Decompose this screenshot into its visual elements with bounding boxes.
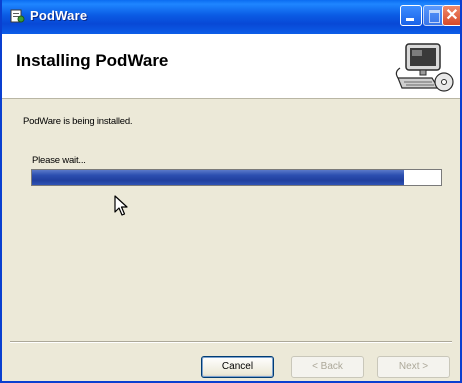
close-icon[interactable]: ✕ <box>442 5 460 26</box>
close-glyph: ✕ <box>445 7 459 24</box>
window-title: PodWare <box>30 8 88 23</box>
minimize-icon[interactable] <box>400 5 422 26</box>
page-title: Installing PodWare <box>16 51 169 70</box>
title-bar[interactable]: PodWare ✕ <box>2 0 460 35</box>
mouse-cursor-icon <box>114 195 128 216</box>
computer-install-illustration <box>395 43 454 92</box>
cancel-button[interactable]: Cancel <box>201 356 274 378</box>
header-panel: Installing PodWare <box>2 34 460 99</box>
install-status-text: PodWare is being installed. <box>23 116 133 127</box>
back-button[interactable]: < Back <box>291 356 364 378</box>
installer-window: PodWare ✕ Installing PodWare PodWare is … <box>0 0 462 383</box>
footer-divider <box>10 341 452 343</box>
install-progress-bar <box>31 169 442 186</box>
progress-label: Please wait... <box>32 155 86 166</box>
next-button[interactable]: Next > <box>377 356 450 378</box>
installer-icon <box>10 9 25 23</box>
progress-fill <box>32 170 405 185</box>
